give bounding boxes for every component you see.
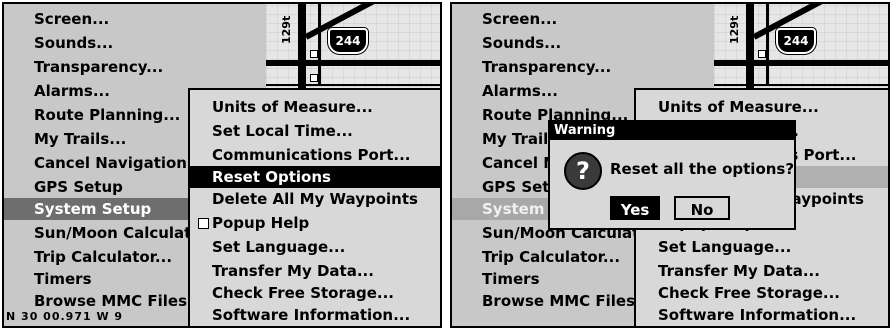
- submenu-item-set-language[interactable]: Set Language...: [190, 236, 440, 258]
- map-road-label: 129t: [728, 15, 741, 44]
- dialog-message: Reset all the options?: [610, 160, 795, 178]
- submenu-item-reset-options[interactable]: Reset Options: [190, 166, 440, 188]
- map-road-label: 129t: [280, 15, 293, 44]
- menu-item-timers[interactable]: Timers: [4, 268, 92, 290]
- submenu-item-popup-help[interactable]: Popup Help: [190, 212, 440, 234]
- menu-item-system-setup[interactable]: System Setup: [4, 198, 188, 220]
- menu-item-sun-moon[interactable]: Sun/Moon Calculat: [4, 222, 191, 244]
- submenu-item-set-language: Set Language...: [658, 238, 792, 256]
- popup-help-checkbox[interactable]: [198, 218, 209, 229]
- submenu-item-transfer-data: Transfer My Data...: [658, 262, 820, 280]
- highway-shield-icon: 244: [776, 28, 816, 54]
- question-icon: ?: [564, 152, 602, 190]
- menu-item-alarms: Alarms...: [482, 82, 558, 100]
- submenu-item-comm-port[interactable]: Communications Port...: [190, 144, 440, 166]
- yes-button[interactable]: Yes: [610, 196, 660, 220]
- menu-item-trip-calculator: Trip Calculator...: [482, 248, 621, 266]
- menu-item-my-trails[interactable]: My Trails...: [4, 128, 126, 150]
- menu-item-transparency: Transparency...: [482, 58, 612, 76]
- menu-item-transparency[interactable]: Transparency...: [4, 56, 163, 78]
- submenu-item-units[interactable]: Units of Measure...: [190, 96, 440, 118]
- submenu-item-free-storage[interactable]: Check Free Storage...: [190, 282, 440, 304]
- map-road: [714, 84, 888, 86]
- highway-shield-icon: 244: [328, 28, 368, 54]
- map-road: [318, 4, 321, 84]
- menu-item-alarms[interactable]: Alarms...: [4, 80, 110, 102]
- menu-item-gps-setup[interactable]: GPS Setup: [4, 176, 123, 198]
- menu-item-screen[interactable]: Screen...: [4, 8, 109, 30]
- menu-item-browse-mmc[interactable]: Browse MMC Files: [4, 290, 187, 312]
- map-poi-icon: [758, 50, 766, 58]
- menu-item-sounds[interactable]: Sounds...: [4, 32, 113, 54]
- map-road: [766, 4, 769, 84]
- submenu-item-transfer-data[interactable]: Transfer My Data...: [190, 260, 440, 282]
- submenu-item-software-info: Software Information...: [658, 306, 857, 324]
- menu-item-cancel-navigation[interactable]: Cancel Navigation: [4, 152, 187, 174]
- menu-item-sounds: Sounds...: [482, 34, 562, 52]
- status-coordinates: N 30 00.971 W 9: [6, 310, 124, 323]
- menu-item-trip-calculator[interactable]: Trip Calculator...: [4, 246, 172, 268]
- submenu-item-units: Units of Measure...: [658, 98, 819, 116]
- map-poi-icon: [310, 50, 318, 58]
- submenu-item-delete-waypoints[interactable]: Delete All My Waypoints: [190, 188, 440, 210]
- left-screen: 129t 244 Screen... Sounds... Transparenc…: [2, 2, 442, 328]
- map-road: [266, 84, 440, 86]
- system-setup-submenu: Units of Measure... Set Local Time... Co…: [188, 88, 440, 326]
- menu-item-route-planning[interactable]: Route Planning...: [4, 104, 180, 126]
- no-button[interactable]: No: [674, 196, 730, 220]
- submenu-item-software-info[interactable]: Software Information...: [190, 304, 440, 326]
- right-screen: 129t 244 Screen... Sounds... Transparenc…: [450, 2, 890, 328]
- warning-dialog: Warning ? Reset all the options? Yes No: [548, 120, 796, 230]
- map-road: [714, 60, 888, 66]
- map-road: [266, 60, 440, 66]
- submenu-item-free-storage: Check Free Storage...: [658, 284, 841, 302]
- submenu-item-local-time[interactable]: Set Local Time...: [190, 120, 440, 142]
- dialog-title: Warning: [550, 122, 794, 140]
- menu-item-timers: Timers: [482, 270, 540, 288]
- map-poi-icon: [310, 74, 318, 82]
- menu-item-browse-mmc: Browse MMC Files: [482, 292, 636, 310]
- menu-item-screen: Screen...: [482, 10, 558, 28]
